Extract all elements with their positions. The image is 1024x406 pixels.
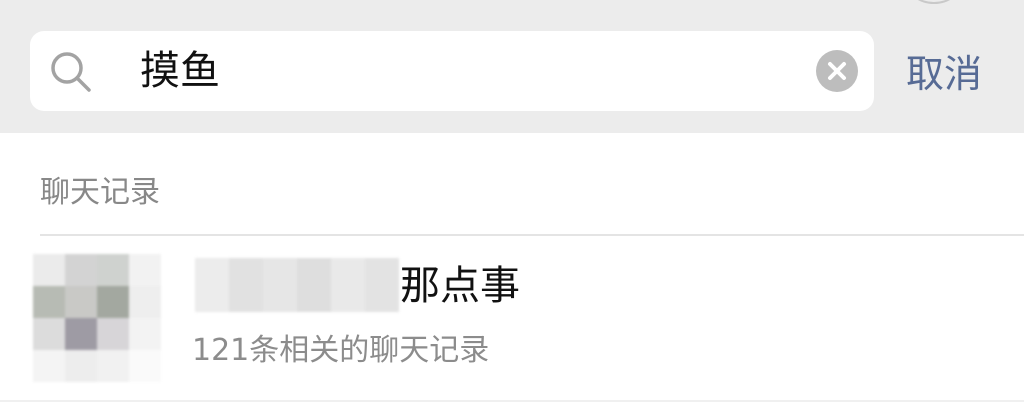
search-icon <box>48 49 94 95</box>
divider <box>0 400 1024 402</box>
chat-name: 那点事 <box>400 263 520 309</box>
clear-icon <box>828 62 846 80</box>
search-box[interactable]: 摸鱼 <box>30 31 874 111</box>
cancel-button[interactable]: 取消 <box>906 46 982 102</box>
partial-top-icon <box>906 0 962 4</box>
avatar <box>33 254 161 382</box>
search-input[interactable]: 摸鱼 <box>140 41 220 101</box>
redacted-name <box>195 258 403 312</box>
chat-result-row[interactable]: 那点事 121条相关的聊天记录 <box>0 236 1024 406</box>
section-title-chat-history: 聊天记录 <box>40 175 160 210</box>
chat-match-count: 121条相关的聊天记录 <box>192 333 490 368</box>
search-header: 摸鱼 取消 <box>0 0 1024 133</box>
clear-search-button[interactable] <box>816 50 858 92</box>
